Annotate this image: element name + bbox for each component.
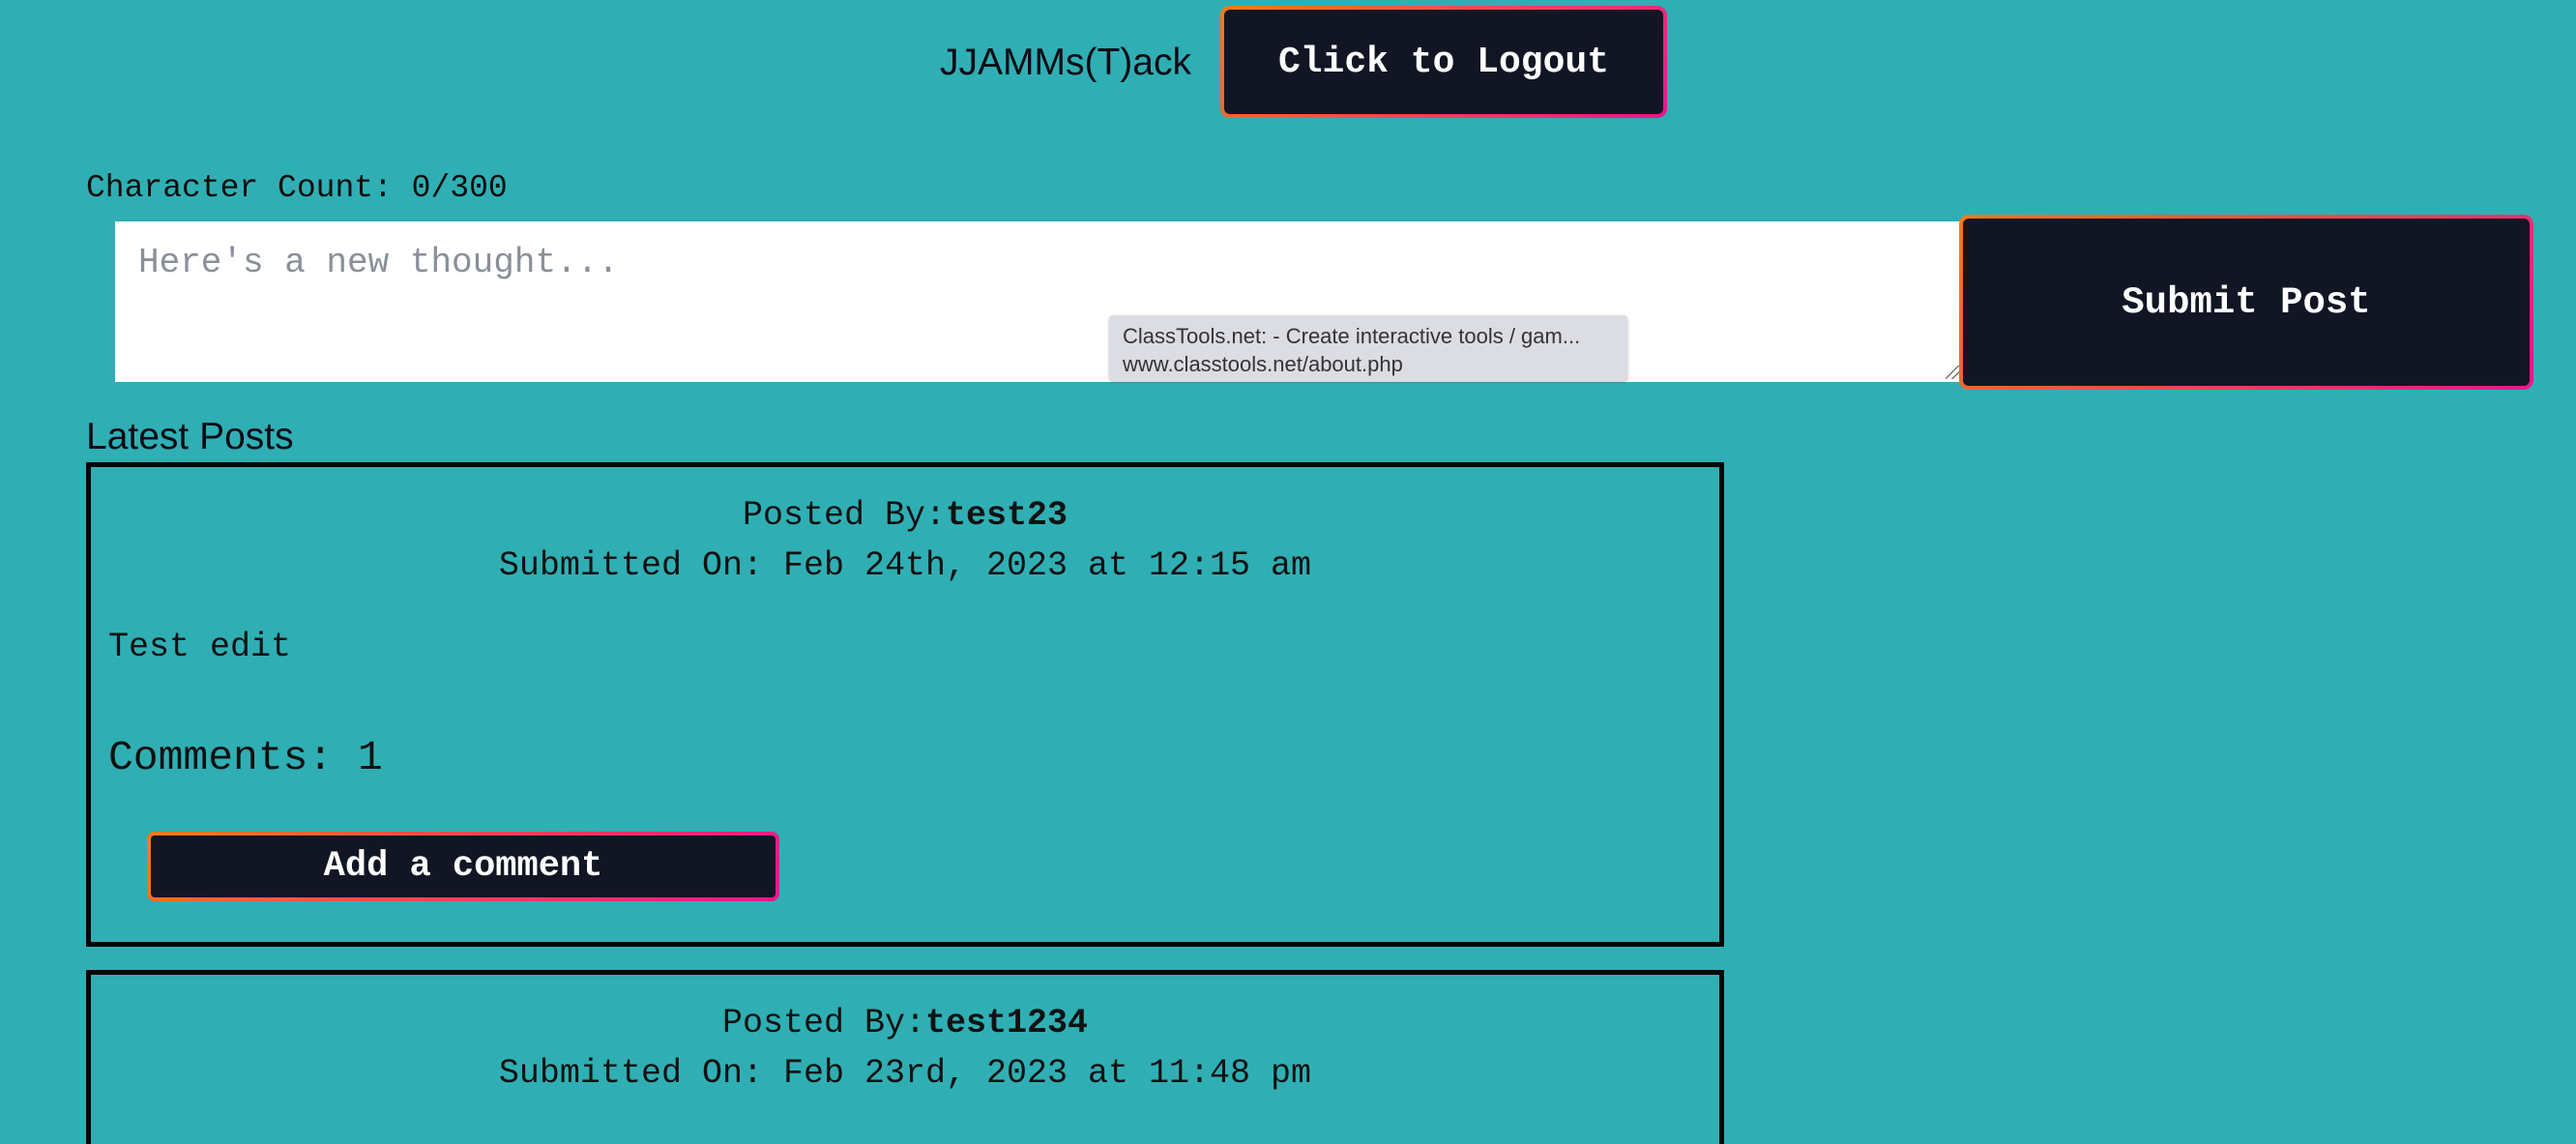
new-post-placeholder: Here's a new thought...	[138, 243, 619, 282]
post-timestamp: Submitted On: Feb 24th, 2023 at 12:15 am	[498, 546, 1312, 585]
tooltip-title: ClassTools.net: - Create interactive too…	[1123, 324, 1581, 348]
new-post-textarea[interactable]: Here's a new thought...	[115, 221, 1962, 382]
post-username: test1234	[925, 1004, 1089, 1042]
posted-by-line: Posted By:test23	[91, 490, 1719, 541]
posted-by-label: Posted By:	[721, 1004, 925, 1042]
submit-post-button[interactable]: Submit Post	[1959, 215, 2533, 390]
resize-handle-icon[interactable]	[1946, 366, 1959, 379]
site-title: JJAMMs(T)ack	[940, 41, 1191, 83]
link-tooltip: ClassTools.net: - Create interactive too…	[1109, 315, 1627, 381]
comments-count: Comments: 1	[108, 734, 383, 781]
post-card: Posted By:test23 Submitted On: Feb 24th,…	[86, 462, 1724, 947]
character-count: Character Count: 0/300	[86, 170, 508, 206]
logout-button[interactable]: Click to Logout	[1220, 6, 1667, 118]
post-card: Posted By:test1234 Submitted On: Feb 23r…	[86, 970, 1724, 1144]
tooltip-url: www.classtools.net/about.php	[1123, 352, 1403, 376]
post-body: Test edit	[108, 628, 292, 666]
latest-posts-heading: Latest Posts	[86, 416, 294, 457]
post-timestamp: Submitted On: Feb 23rd, 2023 at 11:48 pm	[498, 1054, 1312, 1093]
posted-by-line: Posted By:test1234	[91, 998, 1719, 1048]
post-meta: Posted By:test23 Submitted On: Feb 24th,…	[91, 490, 1719, 591]
add-comment-button[interactable]: Add a comment	[147, 832, 779, 901]
posted-by-label: Posted By:	[742, 496, 946, 535]
post-username: test23	[946, 496, 1068, 535]
page-header: JJAMMs(T)ack Click to Logout	[940, 6, 1667, 118]
post-meta: Posted By:test1234 Submitted On: Feb 23r…	[91, 998, 1719, 1099]
